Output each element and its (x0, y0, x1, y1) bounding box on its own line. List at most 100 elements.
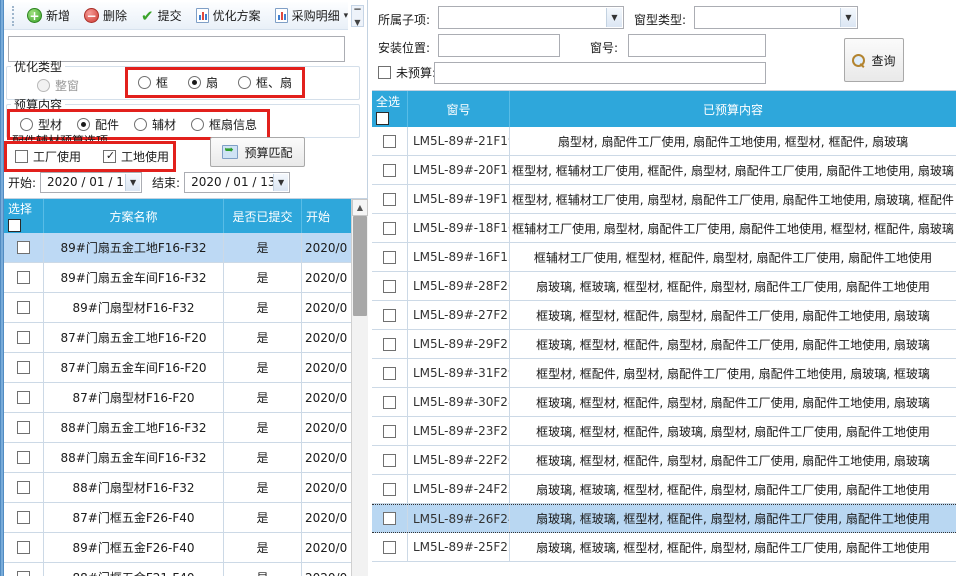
row-checkbox[interactable] (17, 241, 30, 254)
select-all-checkbox[interactable] (376, 112, 389, 125)
query-button[interactable]: 查询 (844, 38, 904, 82)
row-checkbox[interactable] (383, 135, 396, 148)
window-table-row[interactable]: LM5L-89#-16F15 框辅材工厂使用, 框型材, 框配件, 扇型材, 扇… (372, 243, 956, 272)
window-table-row[interactable]: LM5L-89#-25F23 扇玻璃, 框玻璃, 框型材, 框配件, 扇型材, … (372, 533, 956, 562)
submitted-column-header[interactable]: 是否已提交 (224, 199, 302, 233)
chevron-down-icon[interactable]: ▼ (606, 8, 622, 27)
row-checkbox[interactable] (383, 222, 396, 235)
window-table-row[interactable]: LM5L-89#-24F22 扇玻璃, 框玻璃, 框型材, 框配件, 扇型材, … (372, 475, 956, 504)
plan-table-row[interactable]: 88#门扇型材F16-F32 是 2020/0 (4, 473, 351, 503)
add-button[interactable]: + 新增 (22, 5, 75, 26)
plan-table-row[interactable]: 87#门扇型材F16-F20 是 2020/0 (4, 383, 351, 413)
radio-icon[interactable] (134, 118, 147, 131)
window-table-row[interactable]: LM5L-89#-18F16 框辅材工厂使用, 扇型材, 扇配件工厂使用, 扇配… (372, 214, 956, 243)
plan-table-row[interactable]: 87#门扇五金工地F16-F20 是 2020/0 (4, 323, 351, 353)
plan-table-row[interactable]: 88#门扇五金工地F16-F32 是 2020/0 (4, 413, 351, 443)
row-checkbox[interactable] (17, 271, 30, 284)
checkbox-icon[interactable] (15, 150, 28, 163)
radio-frame-sash[interactable]: 框、扇 (238, 74, 292, 91)
start-date-picker[interactable]: 2020 / 01 / 1 ▼ (40, 172, 142, 193)
site-use-checkbox[interactable]: 工地使用 (103, 148, 169, 165)
row-checkbox[interactable] (383, 512, 396, 525)
radio-icon[interactable] (238, 76, 251, 89)
row-checkbox[interactable] (383, 425, 396, 438)
radio-icon[interactable] (20, 118, 33, 131)
radio-icon[interactable] (138, 76, 151, 89)
scroll-up-icon[interactable]: ▲ (352, 199, 368, 216)
window-no-input[interactable] (628, 34, 766, 57)
radio-frame[interactable]: 框 (138, 74, 168, 91)
row-checkbox[interactable] (383, 396, 396, 409)
budget-match-button[interactable]: 预算匹配 (210, 137, 305, 167)
plan-table-row[interactable]: 89#门扇五金车间F16-F32 是 2020/0 (4, 263, 351, 293)
sub-item-combo[interactable]: ▼ (438, 6, 624, 29)
plan-table-row[interactable]: 87#门框五金F26-F40 是 2020/0 (4, 503, 351, 533)
plan-table-row[interactable]: 88#门扇五金车间F16-F32 是 2020/0 (4, 443, 351, 473)
row-checkbox[interactable] (17, 301, 30, 314)
row-checkbox[interactable] (383, 193, 396, 206)
factory-use-checkbox[interactable]: 工厂使用 (15, 148, 81, 165)
delete-button[interactable]: − 删除 (79, 5, 132, 26)
chevron-down-icon[interactable]: ▼ (273, 174, 288, 191)
window-table-row[interactable]: LM5L-89#-30F28 框玻璃, 框型材, 框配件, 扇型材, 扇配件工厂… (372, 388, 956, 417)
row-checkbox[interactable] (383, 454, 396, 467)
chevron-down-icon[interactable]: ▼ (125, 174, 140, 191)
window-table-row[interactable]: LM5L-89#-19F17 框型材, 框辅材工厂使用, 扇型材, 扇配件工厂使… (372, 185, 956, 214)
plan-table-row[interactable]: 89#门扇型材F16-F32 是 2020/0 (4, 293, 351, 323)
row-checkbox[interactable] (383, 164, 396, 177)
plan-name-column-header[interactable]: 方案名称 (44, 199, 224, 233)
optimize-plan-button[interactable]: 优化方案 (191, 5, 266, 26)
row-checkbox[interactable] (17, 421, 30, 434)
row-checkbox[interactable] (17, 391, 30, 404)
radio-auxiliary[interactable]: 辅材 (134, 116, 176, 133)
row-checkbox[interactable] (383, 280, 396, 293)
window-table-row[interactable]: LM5L-89#-20F18 框型材, 框辅材工厂使用, 框配件, 扇型材, 扇… (372, 156, 956, 185)
no-budget-input[interactable] (434, 62, 766, 84)
row-checkbox[interactable] (383, 367, 396, 380)
window-no-column-header[interactable]: 窗号 (408, 91, 510, 127)
plan-table-row[interactable]: 89#门扇五金工地F16-F32 是 2020/0 (4, 233, 351, 263)
no-budget-checkbox[interactable] (378, 66, 391, 79)
budgeted-column-header[interactable]: 已预算内容 (510, 91, 956, 127)
row-checkbox[interactable] (17, 481, 30, 494)
window-table-row[interactable]: LM5L-89#-27F25 框玻璃, 框型材, 框配件, 扇型材, 扇配件工厂… (372, 301, 956, 330)
row-checkbox[interactable] (17, 331, 30, 344)
window-table-row[interactable]: LM5L-89#-26F24 扇玻璃, 框玻璃, 框型材, 框配件, 扇型材, … (372, 504, 956, 533)
radio-sash[interactable]: 扇 (188, 74, 218, 91)
window-table-row[interactable]: LM5L-89#-21F19 扇型材, 扇配件工厂使用, 扇配件工地使用, 框型… (372, 127, 956, 156)
plan-table-scrollbar[interactable]: ▲ (351, 199, 368, 576)
radio-icon[interactable] (188, 76, 201, 89)
row-checkbox[interactable] (17, 511, 30, 524)
window-table-row[interactable]: LM5L-89#-29F27 框玻璃, 框型材, 框配件, 扇型材, 扇配件工厂… (372, 330, 956, 359)
row-checkbox[interactable] (17, 361, 30, 374)
window-table-row[interactable]: LM5L-89#-28F26 扇玻璃, 框玻璃, 框型材, 框配件, 扇型材, … (372, 272, 956, 301)
checkbox-icon[interactable] (103, 150, 116, 163)
install-pos-input[interactable] (438, 34, 560, 57)
row-checkbox[interactable] (17, 541, 30, 554)
select-all-checkbox[interactable] (8, 219, 21, 232)
plan-table-row[interactable]: 87#门扇五金车间F16-F20 是 2020/0 (4, 353, 351, 383)
chevron-down-icon[interactable]: ▾ (344, 11, 349, 21)
radio-profile[interactable]: 型材 (20, 116, 62, 133)
submit-button[interactable]: ✔ 提交 (136, 5, 187, 26)
radio-accessory[interactable]: 配件 (77, 116, 119, 133)
start-column-header[interactable]: 开始 (302, 199, 351, 233)
row-checkbox[interactable] (383, 309, 396, 322)
end-date-picker[interactable]: 2020 / 01 / 13 ▼ (184, 172, 290, 193)
chevron-down-icon[interactable]: ▼ (840, 8, 856, 27)
window-table-row[interactable]: LM5L-89#-23F21 框玻璃, 框型材, 框配件, 扇玻璃, 扇型材, … (372, 417, 956, 446)
radio-frame-sash-info[interactable]: 框扇信息 (191, 116, 257, 133)
toolbar-grip[interactable] (12, 6, 14, 26)
plan-table-row[interactable]: 89#门框五金F26-F40 是 2020/0 (4, 533, 351, 563)
purchase-detail-button[interactable]: 采购明细 ▾ (270, 5, 354, 26)
row-checkbox[interactable] (383, 483, 396, 496)
scrollbar-thumb[interactable] (353, 216, 367, 316)
row-checkbox[interactable] (383, 251, 396, 264)
window-type-combo[interactable]: ▼ (694, 6, 858, 29)
row-checkbox[interactable] (383, 541, 396, 554)
row-checkbox[interactable] (383, 338, 396, 351)
toolbar-overflow-button[interactable]: ▔▼ (351, 5, 364, 27)
plan-table-row[interactable]: 88#门框五金F21-F40 是 2020/0 (4, 563, 351, 576)
row-checkbox[interactable] (17, 451, 30, 464)
radio-icon[interactable] (77, 118, 90, 131)
